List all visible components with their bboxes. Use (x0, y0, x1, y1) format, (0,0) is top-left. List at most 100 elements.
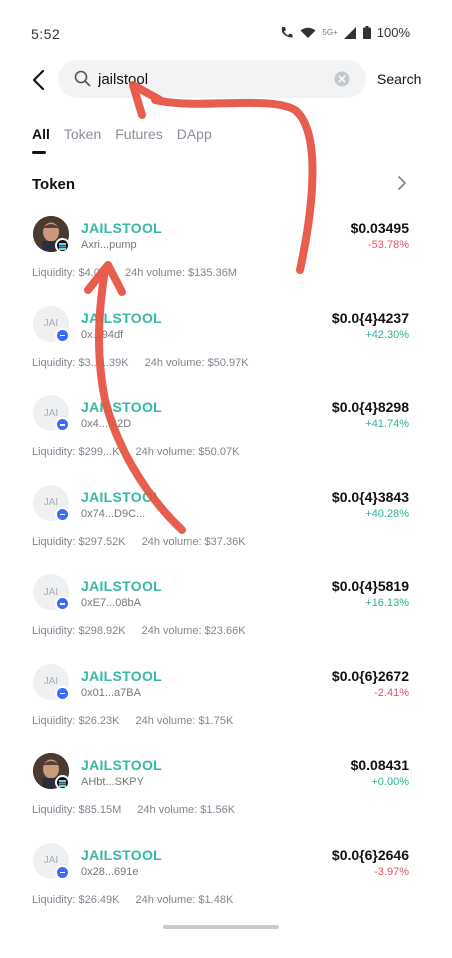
token-price: $0.0{6}2646 (331, 846, 409, 863)
solana-chain-icon (55, 775, 70, 790)
token-liquidity: Liquidity: $26.23K (32, 714, 120, 727)
token-avatar-text: JAI (43, 586, 59, 598)
token-volume: 24h volume: $50.97K (144, 356, 249, 369)
token-meta: Liquidity: $4.0... 24h volume: $135.36M (32, 267, 237, 279)
token-row[interactable]: JAILSTOOL Axri...pump $0.03495 -53.78% L… (0, 212, 452, 302)
search-box[interactable] (58, 60, 366, 98)
token-meta: Liquidity: $85.15M 24h volume: $1.56K (32, 804, 235, 816)
token-liquidity: Liquidity: $26.49K (32, 893, 120, 906)
token-price: $0.03495 (350, 220, 409, 236)
token-liquidity: Liquidity: $299...K (32, 446, 120, 458)
token-volume: 24h volume: $37.36K (141, 535, 246, 548)
ethereum-chain-icon (55, 417, 70, 432)
token-change: +0.00% (371, 776, 409, 788)
call-icon (282, 27, 293, 38)
token-row[interactable]: JAI JAILSTOOL 0x...94df $0.0{4}4237 +42.… (0, 302, 452, 392)
token-section-header[interactable]: Token (32, 176, 412, 194)
status-bar: 5:52 5G+ 100% (0, 0, 452, 58)
battery-level: 100% (376, 25, 410, 40)
chevron-right-icon[interactable] (396, 175, 408, 191)
back-arrow-icon[interactable] (28, 66, 52, 94)
tab-dapp[interactable]: DApp (177, 126, 212, 154)
token-avatar-text: JAI (43, 676, 59, 687)
home-indicator (163, 925, 279, 929)
section-title: Token (32, 176, 76, 193)
token-change: +42.30% (365, 328, 409, 341)
token-meta: Liquidity: $298.92K 24h volume: $23.66K (32, 625, 246, 637)
token-volume: 24h volume: $1.48K (135, 893, 234, 906)
clear-icon[interactable] (334, 71, 350, 87)
token-address: 0x74...D9C... (81, 507, 146, 520)
token-price: $0.0{4}4237 (331, 309, 409, 326)
token-liquidity: Liquidity: $85.15M (32, 804, 122, 816)
token-change: +41.74% (365, 418, 409, 430)
token-avatar-text: JAI (43, 407, 59, 419)
token-address: 0x...94df (81, 328, 124, 341)
token-name: JAILSTOOL (81, 220, 163, 236)
token-volume: 24h volume: $50.07K (135, 446, 240, 458)
token-change: +16.13% (365, 597, 409, 609)
signal-icon (343, 26, 356, 39)
token-price: $0.0{4}8298 (331, 399, 409, 415)
token-address: Axri...pump (81, 239, 137, 251)
token-price: $0.08431 (350, 757, 409, 773)
token-address: AHbt...SKPY (81, 776, 144, 788)
token-address: 0xE7...08bA (81, 597, 141, 609)
ethereum-chain-icon (55, 596, 70, 611)
token-liquidity: Liquidity: $3...1.39K (32, 356, 129, 369)
token-meta: Liquidity: $26.49K 24h volume: $1.48K (32, 894, 233, 906)
token-meta: Liquidity: $26.23K 24h volume: $1.75K (32, 715, 233, 727)
token-name: JAILSTOOL (81, 757, 163, 773)
token-meta: Liquidity: $299...K 24h volume: $50.07K (32, 446, 239, 458)
token-change: -3.97% (374, 865, 409, 878)
token-name: JAILSTOOL (81, 309, 163, 326)
token-row[interactable]: JAI JAILSTOOL 0x01...a7BA $0.0{6}2672 -2… (0, 660, 452, 750)
ethereum-chain-icon (55, 506, 70, 522)
token-price: $0.0{6}2672 (331, 667, 409, 684)
solana-chain-icon (55, 238, 70, 253)
token-meta: Liquidity: $3...1.39K 24h volume: $50.97K (32, 357, 249, 369)
tab-all[interactable]: All (32, 126, 50, 154)
token-name: JAILSTOOL (81, 488, 163, 505)
search-row: Search (0, 60, 452, 100)
token-liquidity: Liquidity: $297.52K (32, 535, 126, 548)
token-address: 0x28...691e (81, 865, 139, 878)
token-meta: Liquidity: $297.52K 24h volume: $37.36K (32, 536, 246, 548)
token-change: -53.78% (368, 239, 409, 251)
token-avatar-text: JAI (43, 855, 59, 866)
token-name: JAILSTOOL (81, 578, 163, 594)
search-input[interactable] (98, 68, 318, 90)
token-row[interactable]: JAI JAILSTOOL 0x4...f42D $0.0{4}8298 +41… (0, 391, 452, 481)
ethereum-chain-icon (55, 864, 70, 880)
token-price: $0.0{4}5819 (331, 578, 409, 594)
search-icon (74, 70, 91, 87)
status-icons: 5G+ 100% (280, 25, 410, 40)
token-name: JAILSTOOL (81, 846, 163, 863)
token-volume: 24h volume: $23.66K (141, 625, 246, 637)
network-label: 5G+ (322, 28, 338, 37)
category-tabs: All Token Futures DApp (32, 126, 212, 154)
token-avatar-text: JAI (43, 318, 59, 329)
token-avatar-text: JAI (43, 497, 59, 508)
token-price: $0.0{4}3843 (331, 488, 409, 505)
search-button[interactable]: Search (377, 71, 421, 87)
tab-futures[interactable]: Futures (115, 126, 162, 154)
ethereum-chain-icon (55, 327, 70, 343)
token-volume: 24h volume: $1.56K (137, 804, 236, 816)
token-address: 0x4...f42D (81, 418, 132, 430)
ethereum-chain-icon (55, 685, 70, 701)
tab-token[interactable]: Token (64, 126, 101, 154)
token-row[interactable]: JAILSTOOL AHbt...SKPY $0.08431 +0.00% Li… (0, 749, 452, 839)
token-change: +40.28% (365, 507, 409, 520)
token-row[interactable]: JAI JAILSTOOL 0x74...D9C... $0.0{4}3843 … (0, 481, 452, 571)
token-list: JAILSTOOL Axri...pump $0.03495 -53.78% L… (0, 212, 452, 928)
token-volume: 24h volume: $135.36M (125, 267, 237, 279)
token-row[interactable]: JAI JAILSTOOL 0xE7...08bA $0.0{4}5819 +1… (0, 570, 452, 660)
token-liquidity: Liquidity: $298.92K (32, 625, 126, 637)
token-name: JAILSTOOL (81, 399, 163, 415)
token-row[interactable]: JAI JAILSTOOL 0x28...691e $0.0{6}2646 -3… (0, 839, 452, 929)
token-volume: 24h volume: $1.75K (135, 714, 234, 727)
token-change: -2.41% (374, 686, 409, 699)
token-address: 0x01...a7BA (81, 686, 141, 699)
token-liquidity: Liquidity: $4.0... (32, 267, 110, 279)
